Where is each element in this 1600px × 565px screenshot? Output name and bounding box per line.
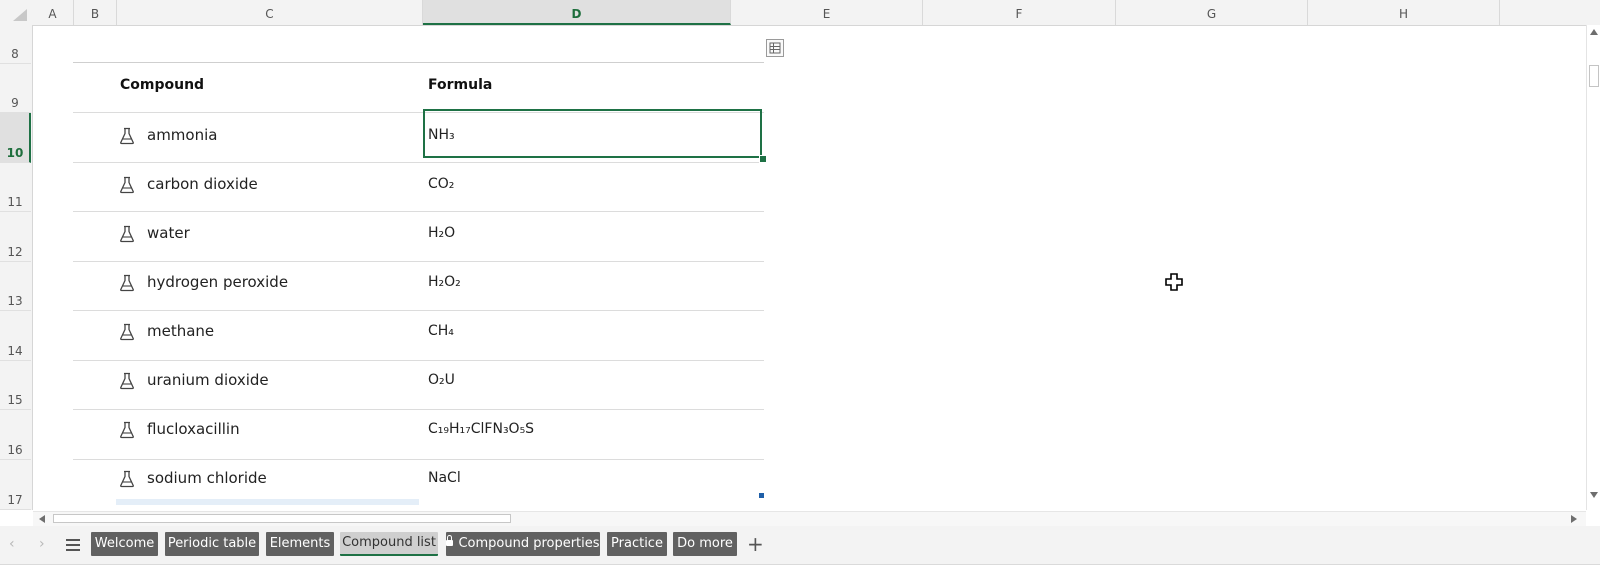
row-divider xyxy=(73,459,764,460)
cell-formula[interactable]: CO₂ xyxy=(428,176,454,192)
add-sheet-icon[interactable]: + xyxy=(747,532,764,556)
select-all-triangle-icon xyxy=(13,9,27,21)
column-headers: A B C D E F G H xyxy=(0,0,1600,26)
fill-handle[interactable] xyxy=(759,155,767,163)
table-tools-icon[interactable] xyxy=(766,39,784,57)
cell-compound[interactable]: flucloxacillin xyxy=(147,420,240,438)
column-header-c[interactable]: C xyxy=(117,0,423,25)
header-formula[interactable]: Formula xyxy=(428,77,492,93)
active-cell-selection[interactable] xyxy=(423,109,762,158)
row-divider xyxy=(73,360,764,361)
flask-icon xyxy=(120,421,134,439)
row-divider xyxy=(73,310,764,311)
scroll-down-icon[interactable] xyxy=(1590,492,1598,498)
cell-compound[interactable]: water xyxy=(147,224,190,242)
worksheet-grid[interactable]: Compound Formula ammonia NH₃ carbon diox… xyxy=(33,26,1586,510)
cell-formula[interactable]: O₂U xyxy=(428,372,455,388)
row-divider xyxy=(73,211,764,212)
sheet-tab-bar: ‹ › Welcome Periodic table Elements Comp… xyxy=(0,526,1600,565)
tab-practice[interactable]: Practice xyxy=(607,532,667,556)
row-divider xyxy=(73,162,764,163)
cell-formula[interactable]: H₂O₂ xyxy=(428,274,461,290)
row-header-17[interactable]: 17 xyxy=(0,460,31,510)
column-header-f[interactable]: F xyxy=(923,0,1116,25)
row-header-13[interactable]: 13 xyxy=(0,262,31,311)
row-header-10[interactable]: 10 xyxy=(0,113,31,163)
table-resize-handle[interactable] xyxy=(759,493,764,498)
tab-do-more[interactable]: Do more xyxy=(673,532,737,556)
scroll-right-icon[interactable] xyxy=(1571,515,1577,523)
horizontal-scroll-thumb[interactable] xyxy=(53,514,511,523)
tab-periodic-table[interactable]: Periodic table xyxy=(165,532,259,556)
row-header-15[interactable]: 15 xyxy=(0,361,31,410)
row-header-16[interactable]: 16 xyxy=(0,410,31,460)
lock-icon xyxy=(446,535,454,546)
column-header-h[interactable]: H xyxy=(1308,0,1500,25)
row-headers: 8 9 10 11 12 13 14 15 16 17 xyxy=(0,25,33,510)
flask-icon xyxy=(120,225,134,243)
cell-compound[interactable]: uranium dioxide xyxy=(147,371,269,389)
vertical-scrollbar[interactable] xyxy=(1586,25,1600,510)
select-all-button[interactable] xyxy=(0,0,32,25)
flask-icon xyxy=(120,323,134,341)
cell-formula[interactable]: H₂O xyxy=(428,225,455,241)
flask-icon xyxy=(120,274,134,292)
cell-formula[interactable]: NaCl xyxy=(428,470,461,486)
row-header-8[interactable]: 8 xyxy=(0,25,31,64)
column-header-e[interactable]: E xyxy=(731,0,923,25)
tab-compound-properties[interactable]: Compound properties xyxy=(446,532,600,556)
row-divider xyxy=(73,261,764,262)
column-header-g[interactable]: G xyxy=(1116,0,1308,25)
cell-compound[interactable]: sodium chloride xyxy=(147,469,267,487)
row-header-11[interactable]: 11 xyxy=(0,163,31,212)
flask-icon xyxy=(120,470,134,488)
header-compound[interactable]: Compound xyxy=(120,77,204,93)
cell-compound[interactable]: hydrogen peroxide xyxy=(147,273,288,291)
tab-compound-list[interactable]: Compound list xyxy=(340,532,438,556)
scroll-left-icon[interactable] xyxy=(39,515,45,523)
flask-icon xyxy=(120,176,134,194)
tab-elements[interactable]: Elements xyxy=(266,532,334,556)
next-row-partial xyxy=(116,499,419,505)
flask-icon xyxy=(120,372,134,390)
flask-icon xyxy=(120,127,134,145)
row-header-14[interactable]: 14 xyxy=(0,311,31,361)
row-header-12[interactable]: 12 xyxy=(0,212,31,262)
row-header-9[interactable]: 9 xyxy=(0,64,31,113)
column-header-a[interactable]: A xyxy=(32,0,74,25)
cell-cursor-icon xyxy=(1165,273,1183,291)
cell-formula[interactable]: CH₄ xyxy=(428,323,454,339)
row-divider xyxy=(73,409,764,410)
all-sheets-menu-icon[interactable] xyxy=(66,539,80,554)
tab-welcome[interactable]: Welcome xyxy=(91,532,158,556)
scroll-up-icon[interactable] xyxy=(1590,29,1598,35)
cell-compound[interactable]: ammonia xyxy=(147,126,217,144)
horizontal-scrollbar[interactable] xyxy=(33,511,1586,526)
cell-compound[interactable]: methane xyxy=(147,322,214,340)
column-header-b[interactable]: B xyxy=(74,0,117,25)
column-header-d[interactable]: D xyxy=(423,0,731,25)
vertical-scroll-thumb[interactable] xyxy=(1589,65,1599,87)
table-top-border xyxy=(73,62,764,63)
cell-formula[interactable]: C₁₉H₁₇ClFN₃O₅S xyxy=(428,421,534,437)
prev-sheet-icon[interactable]: ‹ xyxy=(9,536,15,552)
next-sheet-icon[interactable]: › xyxy=(39,536,45,552)
cell-compound[interactable]: carbon dioxide xyxy=(147,175,258,193)
